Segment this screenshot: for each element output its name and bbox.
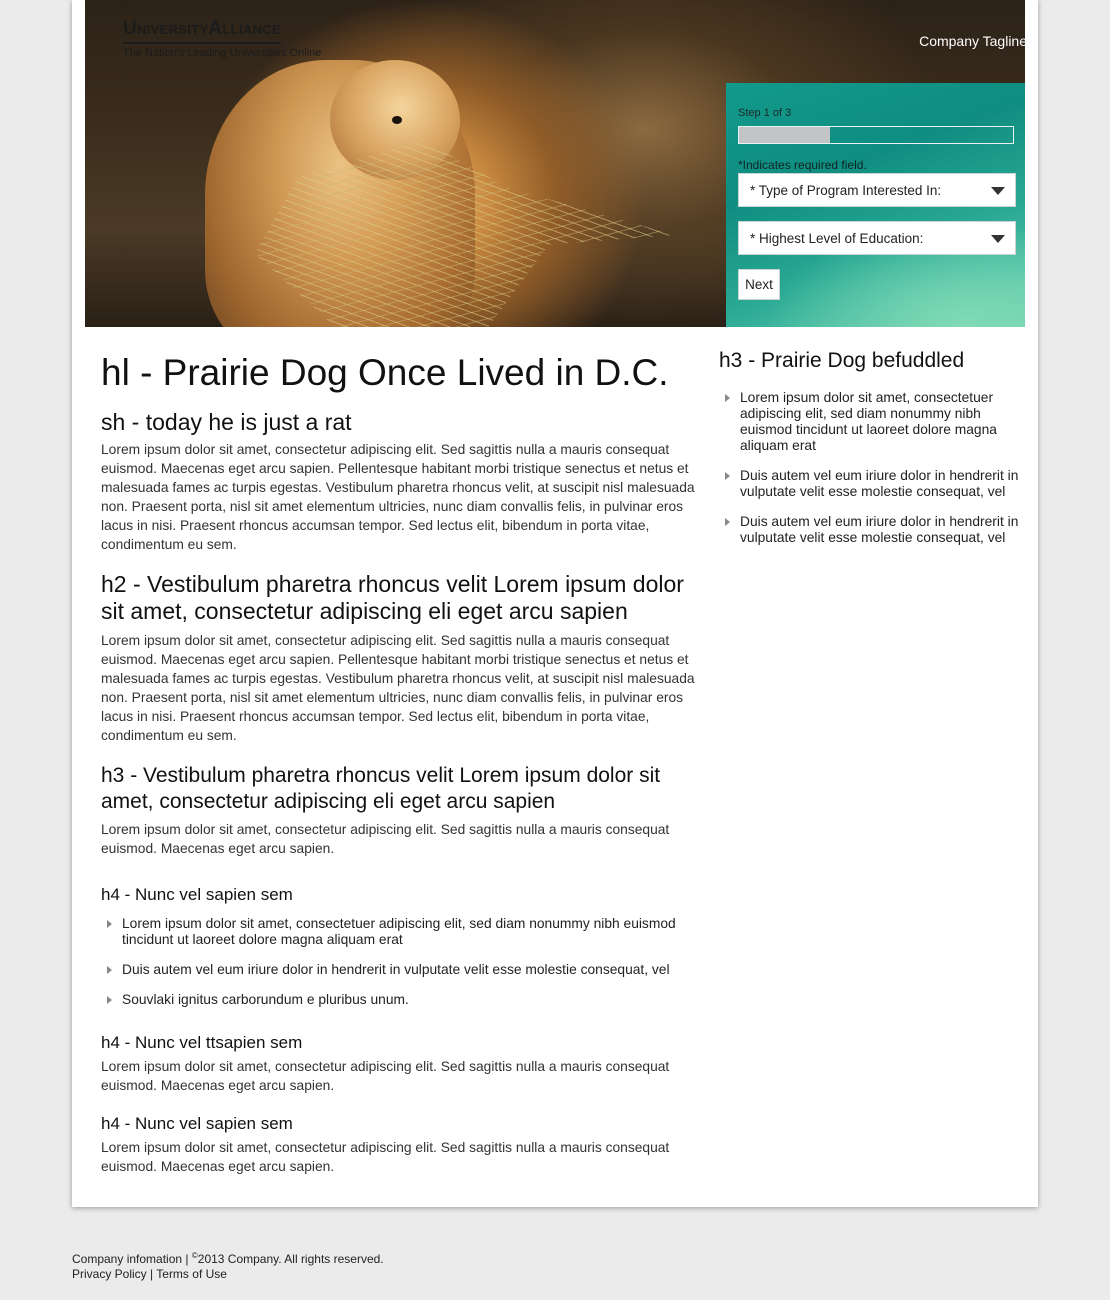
program-type-select[interactable]: * Type of Program Interested In: (738, 173, 1016, 207)
list-item: Duis autem vel eum iriure dolor in hendr… (719, 468, 1019, 500)
heading-4-a: h4 - Nunc vel sapien sem (101, 885, 293, 904)
progress-bar (738, 126, 1014, 144)
main-list: Lorem ipsum dolor sit amet, consectetuer… (101, 916, 701, 1008)
company-info-link[interactable]: Company infomation (72, 1252, 182, 1266)
list-item-text: Duis autem vel eum iriure dolor in hendr… (740, 514, 1019, 545)
company-tagline: Company Tagline (919, 33, 1025, 49)
education-level-select-label: * Highest Level of Education: (750, 231, 924, 246)
sidebar: h3 - Prairie Dog befuddled Lorem ipsum d… (719, 348, 1019, 560)
paragraph-4: Lorem ipsum dolor sit amet, consectetur … (101, 1059, 670, 1093)
footer-copyright-line: Company infomation | ©2013 Company. All … (72, 1251, 384, 1266)
arrow-bullet-icon (725, 472, 730, 480)
heading-4-b: h4 - Nunc vel ttsapien sem (101, 1033, 303, 1052)
page-container: UniversityAlliance The Nation's Leading … (72, 0, 1038, 1207)
sidebar-list: Lorem ipsum dolor sit amet, consectetuer… (719, 390, 1019, 546)
logo[interactable]: UniversityAlliance The Nation's Leading … (123, 18, 321, 59)
arrow-bullet-icon (107, 996, 112, 1004)
paragraph-2: Lorem ipsum dolor sit amet, consectetur … (101, 633, 695, 743)
heading-4-c: h4 - Nunc vel sapien sem (101, 1114, 293, 1133)
paragraph-1: Lorem ipsum dolor sit amet, consectetur … (101, 442, 695, 552)
heading-2: h2 - Vestibulum pharetra rhoncus velit L… (101, 571, 684, 624)
sidebar-heading: h3 - Prairie Dog befuddled (719, 349, 965, 372)
list-item: Lorem ipsum dolor sit amet, consectetuer… (101, 916, 701, 948)
list-item-text: Duis autem vel eum iriure dolor in hendr… (122, 962, 670, 977)
terms-of-use-link[interactable]: Terms of Use (156, 1267, 227, 1281)
footer: Company infomation | ©2013 Company. All … (72, 1248, 384, 1282)
list-item-text: Lorem ipsum dolor sit amet, consectetuer… (122, 916, 676, 947)
list-item: Duis autem vel eum iriure dolor in hendr… (101, 962, 701, 978)
arrow-bullet-icon (725, 518, 730, 526)
arrow-bullet-icon (107, 920, 112, 928)
paragraph-5: Lorem ipsum dolor sit amet, consectetur … (101, 1140, 670, 1174)
eye-icon (392, 116, 402, 124)
page-title: hl - Prairie Dog Once Lived in D.C. (101, 352, 669, 393)
progress-fill (739, 127, 831, 143)
footer-links: Privacy Policy | Terms of Use (72, 1267, 227, 1281)
list-item: Lorem ipsum dolor sit amet, consectetuer… (719, 390, 1019, 454)
chevron-down-icon (991, 235, 1005, 243)
page-subheading: sh - today he is just a rat (101, 409, 352, 435)
logo-name: UniversityAlliance (123, 18, 281, 44)
privacy-policy-link[interactable]: Privacy Policy (72, 1267, 147, 1281)
list-item-text: Lorem ipsum dolor sit amet, consectetuer… (740, 390, 997, 453)
copyright-text: 2013 Company. All rights reserved. (197, 1252, 384, 1266)
required-note: *Indicates required field. (738, 158, 867, 172)
list-item: Souvlaki ignitus carborundum e pluribus … (101, 992, 701, 1008)
lead-form: Step 1 of 3 *Indicates required field. *… (726, 83, 1025, 327)
logo-subtitle: The Nation's Leading Universities Online (123, 47, 322, 59)
list-item-text: Duis autem vel eum iriure dolor in hendr… (740, 468, 1019, 499)
arrow-bullet-icon (107, 966, 112, 974)
main-content: hl - Prairie Dog Once Lived in D.C. sh -… (101, 350, 701, 1176)
next-button[interactable]: Next (738, 269, 780, 300)
arrow-bullet-icon (725, 394, 730, 402)
program-type-select-label: * Type of Program Interested In: (750, 183, 942, 198)
education-level-select[interactable]: * Highest Level of Education: (738, 221, 1016, 255)
hero-banner: UniversityAlliance The Nation's Leading … (85, 0, 1025, 327)
step-label: Step 1 of 3 (738, 107, 792, 119)
list-item: Duis autem vel eum iriure dolor in hendr… (719, 514, 1019, 546)
heading-3: h3 - Vestibulum pharetra rhoncus velit L… (101, 764, 661, 813)
list-item-text: Souvlaki ignitus carborundum e pluribus … (122, 992, 409, 1007)
chevron-down-icon (991, 187, 1005, 195)
paragraph-3: Lorem ipsum dolor sit amet, consectetur … (101, 822, 670, 856)
